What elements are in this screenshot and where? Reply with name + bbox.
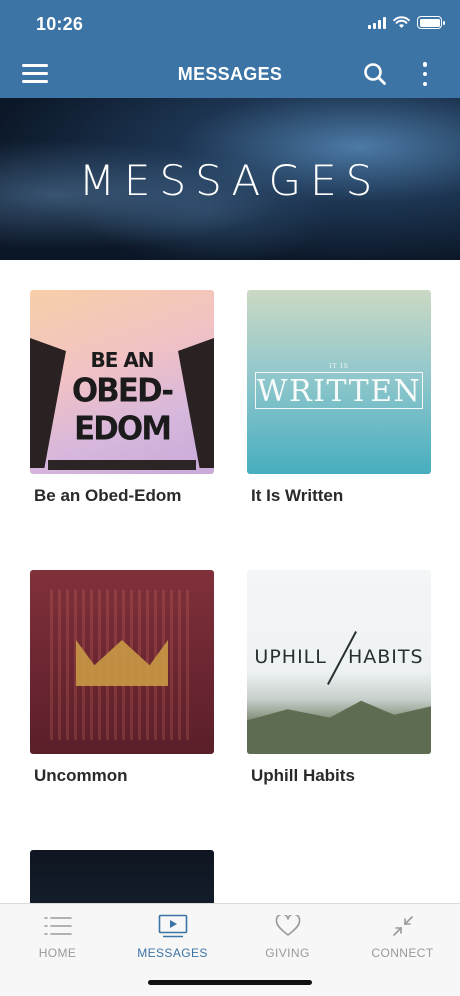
artwork-text: BE AN	[90, 348, 154, 372]
top-bar: 10:26 MESSAGES	[0, 0, 460, 98]
home-indicator[interactable]	[148, 980, 312, 985]
series-artwork: BE AN OBED-EDOM	[30, 290, 214, 474]
tab-home[interactable]: HOME	[0, 912, 115, 960]
series-card-it-is-written[interactable]: IT IS WRITTEN It Is Written	[247, 290, 431, 506]
list-icon	[43, 917, 72, 935]
wifi-icon	[393, 16, 410, 28]
tab-label: CONNECT	[371, 946, 434, 960]
tab-messages[interactable]: MESSAGES	[115, 912, 230, 960]
page-title: MESSAGES	[177, 64, 283, 84]
series-artwork: IT IS WRITTEN	[247, 290, 431, 474]
status-icons	[368, 16, 445, 29]
series-card-partial[interactable]	[30, 850, 214, 910]
artwork-text: WRITTEN	[256, 374, 422, 409]
hero-banner: MESSAGES	[0, 98, 460, 260]
series-card-uncommon[interactable]: Uncommon	[30, 570, 214, 786]
series-title: Uphill Habits	[251, 766, 355, 785]
battery-icon	[417, 16, 445, 29]
series-artwork	[30, 850, 214, 910]
search-icon[interactable]	[362, 61, 388, 87]
tab-connect[interactable]: CONNECT	[345, 912, 460, 960]
series-title: Be an Obed-Edom	[34, 486, 182, 505]
series-card-obed-edom[interactable]: BE AN OBED-EDOM Be an Obed-Edom	[30, 290, 214, 506]
tab-label: GIVING	[265, 946, 310, 960]
tab-giving[interactable]: GIVING	[230, 912, 345, 960]
heart-icon	[275, 915, 300, 936]
series-artwork: UPHILL HABITS	[247, 570, 431, 754]
artwork-text: IT IS	[329, 363, 349, 370]
signal-icon	[368, 16, 386, 29]
series-artwork	[30, 570, 214, 754]
status-time: 10:26	[36, 14, 84, 34]
more-vertical-icon[interactable]	[414, 60, 436, 88]
hero-title: MESSAGES	[78, 156, 382, 205]
collapse-arrows-icon	[392, 916, 413, 936]
artwork-text: OBED-EDOM	[71, 372, 174, 448]
tab-label: MESSAGES	[137, 946, 208, 960]
series-title: It Is Written	[251, 486, 344, 505]
play-screen-icon	[158, 914, 187, 938]
tab-label: HOME	[38, 946, 77, 960]
series-card-uphill-habits[interactable]: UPHILL HABITS Uphill Habits	[247, 570, 431, 786]
series-title: Uncommon	[34, 766, 128, 785]
